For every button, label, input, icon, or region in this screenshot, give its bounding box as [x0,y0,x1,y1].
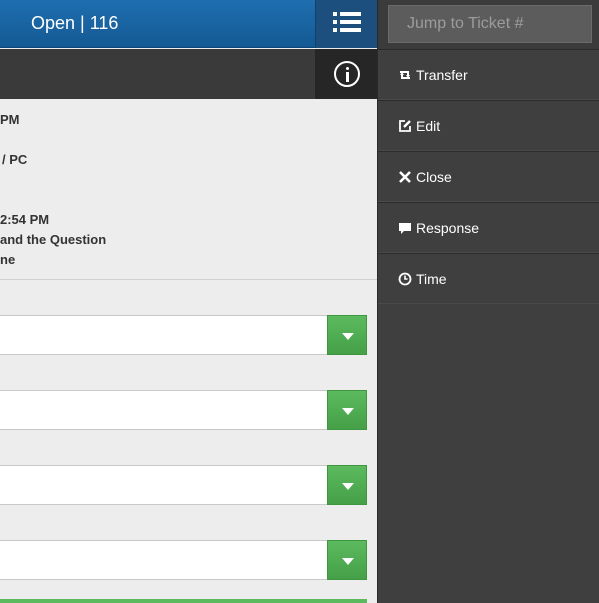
ticket-subbar [0,49,377,99]
detail-line: 2:54 PM [0,212,50,227]
detail-line: and the Question [0,232,107,247]
comment-icon [399,223,411,234]
detail-line: / PC [2,152,28,167]
chevron-down-icon [342,333,354,340]
select-field[interactable] [0,315,367,355]
jump-to-ticket-input[interactable] [388,5,592,43]
chevron-down-icon [342,408,354,415]
info-icon [334,61,360,87]
info-button[interactable] [315,49,377,99]
select-field[interactable] [0,390,367,430]
transfer-action[interactable]: Transfer [378,49,599,100]
dropdown-toggle[interactable] [327,390,367,430]
edit-icon [399,120,411,132]
action-label: Edit [416,118,441,134]
jump-bar [378,0,599,49]
select-field[interactable] [0,540,367,580]
ticket-header: Open | 116 [0,0,377,48]
actions-panel: Transfer Edit Close Response Time [377,0,599,603]
time-action[interactable]: Time [378,253,599,304]
detail-line: PM [0,112,20,127]
select-field[interactable] [0,465,367,505]
ticket-details: PM / PC 2:54 PM and the Question ne [0,99,377,280]
submit-button[interactable] [0,599,367,603]
action-label: Close [416,169,452,185]
close-action[interactable]: Close [378,151,599,202]
response-action[interactable]: Response [378,202,599,253]
chevron-down-icon [342,558,354,565]
actions-menu-button[interactable] [315,0,377,48]
ticket-main: Open | 116 PM / PC 2:54 PM and the Quest… [0,0,377,603]
detail-line: ne [0,252,16,267]
retweet-icon [400,71,410,79]
ticket-title: Open | 116 [31,13,119,33]
dropdown-toggle[interactable] [327,540,367,580]
action-label: Response [416,220,480,236]
edit-action[interactable]: Edit [378,100,599,151]
action-label: Time [416,271,447,287]
chevron-down-icon [342,483,354,490]
dropdown-toggle[interactable] [327,465,367,505]
action-label: Transfer [416,67,468,83]
dropdown-toggle[interactable] [327,315,367,355]
close-icon [399,171,411,183]
clock-icon [398,272,412,286]
